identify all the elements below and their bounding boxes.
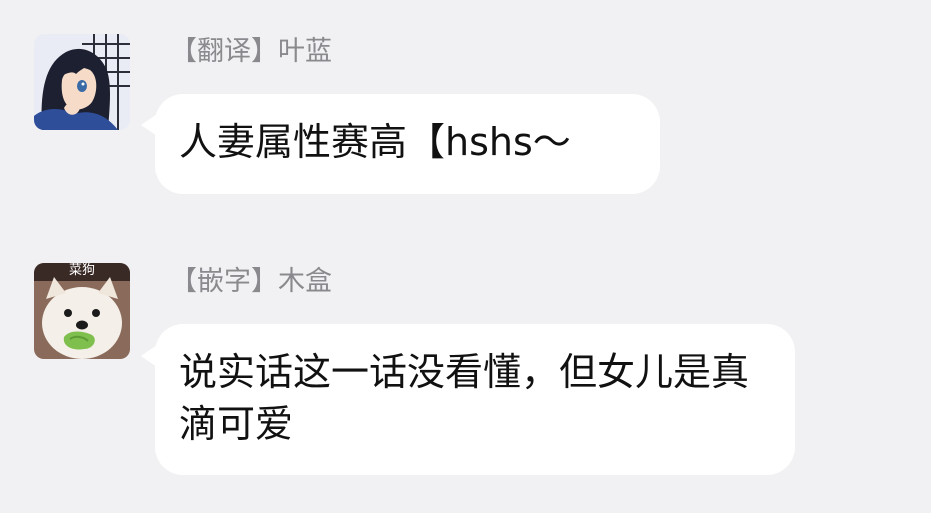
avatar-caption: 菜狗 <box>68 263 95 278</box>
message-bubble[interactable]: 说实话这一话没看懂，但女儿是真滴可爱 <box>155 324 795 475</box>
dog-avatar-icon[interactable]: 菜狗 <box>34 263 130 359</box>
sender-name[interactable]: 【翻译】叶蓝 <box>170 34 332 70</box>
anime-girl-avatar-icon[interactable] <box>34 34 130 130</box>
sender-name[interactable]: 【嵌字】木盒 <box>170 264 332 300</box>
message-bubble[interactable]: 人妻属性赛高【hshs～ <box>155 94 660 194</box>
